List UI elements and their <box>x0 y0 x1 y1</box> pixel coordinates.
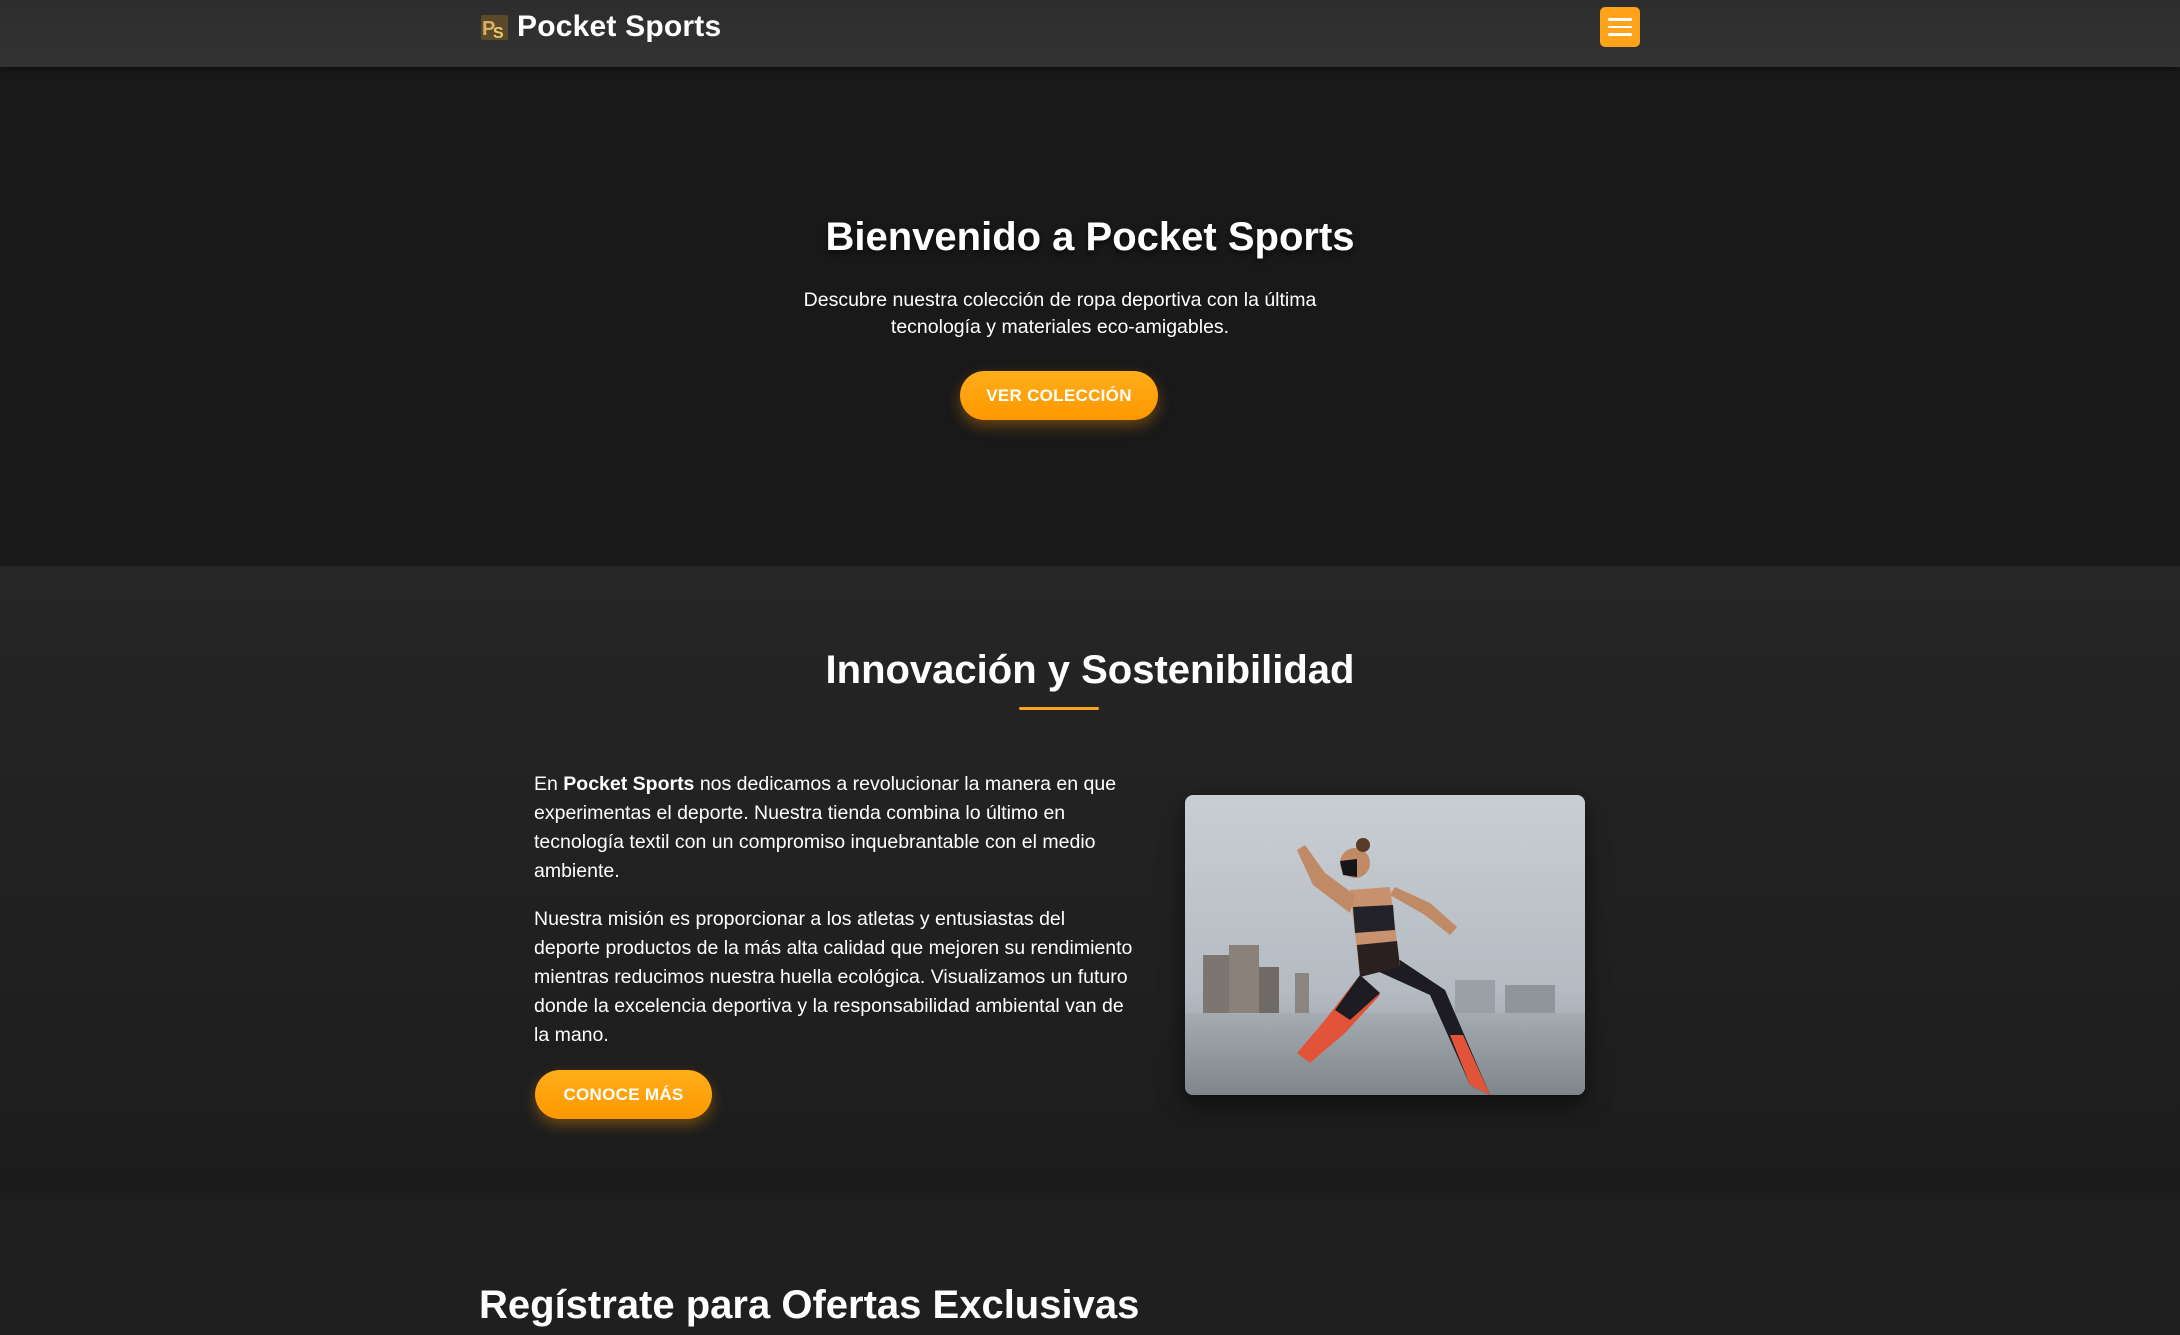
hero-subtitle: Descubre nuestra colección de ropa depor… <box>803 289 1317 338</box>
hero-title: Bienvenido a Pocket Sports <box>825 215 1355 259</box>
brand-link[interactable]: P S Pocket Sports <box>480 8 721 46</box>
view-collection-button[interactable]: VER COLECCIÓN <box>960 371 1158 420</box>
hamburger-bar <box>1608 25 1632 29</box>
learn-more-button[interactable]: CONOCE MÁS <box>535 1070 712 1119</box>
athlete-image <box>1185 795 1585 1095</box>
newsletter-section: Regístrate para Ofertas Exclusivas <box>0 1199 2180 1335</box>
menu-toggle-button[interactable] <box>1600 7 1640 47</box>
title-underline <box>1019 707 1099 710</box>
hamburger-bar <box>1608 33 1632 36</box>
pocket-sports-logo-icon: P S <box>480 13 509 42</box>
navbar: P S Pocket Sports <box>0 0 2180 67</box>
brand-name: Pocket Sports <box>517 10 722 43</box>
about-title: Innovación y Sostenibilidad <box>825 648 1355 692</box>
about-text: En Pocket Sports nos dedicamos a revoluc… <box>534 770 1134 1069</box>
about-paragraph-1: En Pocket Sports nos dedicamos a revoluc… <box>534 770 1134 886</box>
about-p1-brand: Pocket Sports <box>563 773 695 795</box>
hamburger-menu-icon <box>1608 18 1632 21</box>
about-paragraph-2: Nuestra misión es proporcionar a los atl… <box>534 908 1133 1046</box>
about-p1-prefix: En <box>534 773 564 795</box>
about-section: Innovación y Sostenibilidad En Pocket Sp… <box>0 566 2180 1199</box>
newsletter-title: Regístrate para Ofertas Exclusivas <box>479 1283 1140 1327</box>
hero-section: Bienvenido a Pocket Sports Descubre nues… <box>0 67 2180 566</box>
svg-text:S: S <box>493 25 504 42</box>
